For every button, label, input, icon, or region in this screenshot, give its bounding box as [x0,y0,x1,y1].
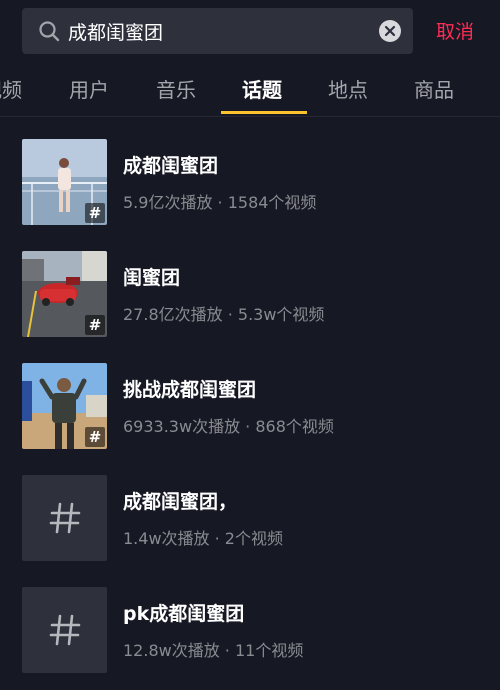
topic-title: 闺蜜团 [123,267,181,289]
topic-thumbnail: # [22,139,107,225]
hashtag-icon [22,475,107,561]
tab-videos[interactable]: 视频 [0,74,22,103]
topic-title: 成都闺蜜团 [123,155,219,177]
topic-thumbnail: # [22,251,107,337]
tab-topics[interactable]: 话题 [242,74,282,103]
topic-result-item[interactable]: # 成都闺蜜团 5.9亿次播放 · 1584个视频 [0,139,500,225]
search-input[interactable]: 成都闺蜜团 [22,8,413,54]
close-icon [384,25,396,37]
topic-title: pk成都闺蜜团 [123,603,245,625]
tab-products[interactable]: 商品 [414,74,454,103]
topic-result-item[interactable]: 成都闺蜜团， 1.4w次播放 · 2个视频 [0,475,500,561]
topic-stats: 27.8亿次播放 · 5.3w个视频 [123,305,325,324]
topic-title: 成都闺蜜团， [123,491,238,513]
topic-stats: 5.9亿次播放 · 1584个视频 [123,193,317,212]
hashtag-badge-icon: # [85,427,105,447]
tab-users[interactable]: 用户 [69,74,109,103]
topic-stats: 12.8w次播放 · 11个视频 [123,641,304,660]
tab-music[interactable]: 音乐 [156,74,196,103]
search-icon [39,21,60,42]
search-query-text: 成都闺蜜团 [68,21,164,44]
divider [0,116,500,117]
topic-thumbnail [22,475,107,561]
active-tab-indicator [221,111,307,114]
hashtag-badge-icon: # [85,203,105,223]
topic-stats: 6933.3w次播放 · 868个视频 [123,417,334,436]
tab-places[interactable]: 地点 [328,74,368,103]
hashtag-icon [22,587,107,673]
topic-thumbnail: # [22,363,107,449]
topic-thumbnail [22,587,107,673]
topic-title: 挑战成都闺蜜团 [123,379,257,401]
hashtag-badge-icon: # [85,315,105,335]
topic-result-item[interactable]: pk成都闺蜜团 12.8w次播放 · 11个视频 [0,587,500,673]
topic-result-item[interactable]: # 闺蜜团 27.8亿次播放 · 5.3w个视频 [0,251,500,337]
cancel-button[interactable]: 取消 [436,17,474,44]
search-bar: 成都闺蜜团 取消 [0,0,500,60]
clear-search-button[interactable] [379,20,401,42]
topic-result-item[interactable]: # 挑战成都闺蜜团 6933.3w次播放 · 868个视频 [0,363,500,449]
topic-stats: 1.4w次播放 · 2个视频 [123,529,283,548]
search-tabs: 视频 用户 音乐 话题 地点 商品 [0,62,500,116]
